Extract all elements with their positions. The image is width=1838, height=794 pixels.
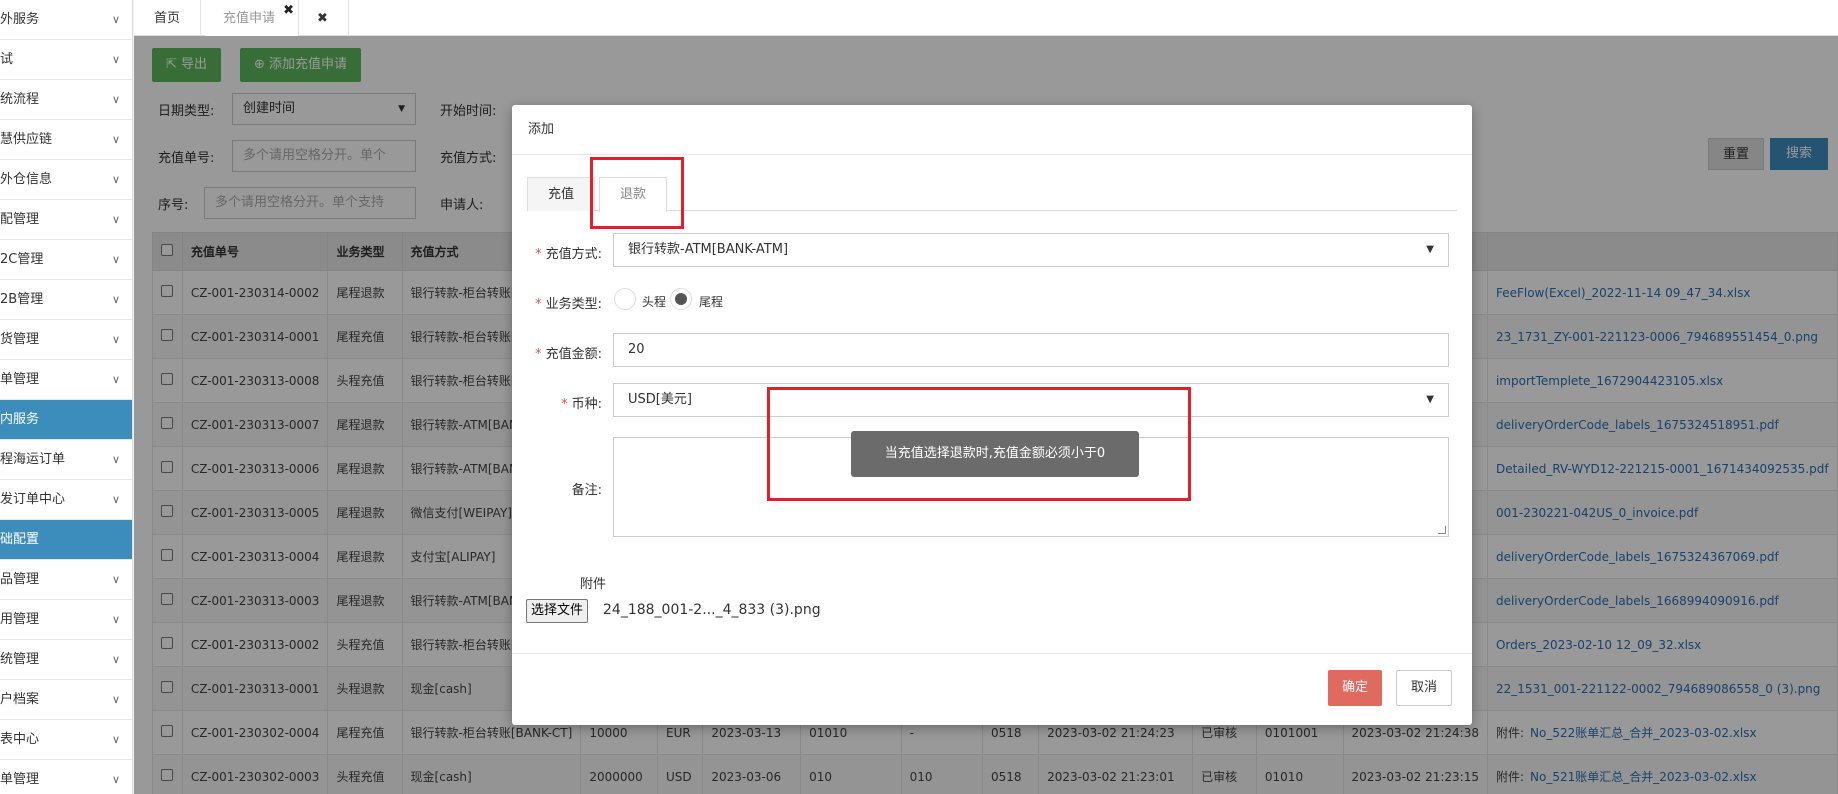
- biz-type-field-label: * 业务类型:: [535, 297, 602, 312]
- chevron-down-icon: ∨: [111, 773, 120, 786]
- sidebar-item-label: 试: [0, 52, 14, 67]
- method-field-label: * 充值方式:: [535, 247, 602, 262]
- sidebar-item[interactable]: 统管理 ∨: [0, 640, 132, 680]
- chevron-down-icon: ∨: [111, 693, 120, 706]
- biz-type-opt1-label: 头程: [642, 295, 667, 309]
- chevron-down-icon: ∨: [111, 53, 120, 66]
- sidebar-item[interactable]: 慧供应链 ∨: [0, 120, 132, 160]
- sidebar-item-label: 户档案: [0, 692, 40, 707]
- sidebar-item[interactable]: 品管理 ∨: [0, 560, 132, 600]
- attachment-label: 附件: [580, 577, 607, 592]
- sidebar-item[interactable]: 外仓信息 ∨: [0, 160, 132, 200]
- sidebar-item-label: 内服务: [0, 412, 40, 427]
- chevron-down-icon: ∨: [111, 333, 120, 346]
- sidebar-item-label: 品管理: [0, 572, 40, 587]
- sidebar-item[interactable]: 2B管理 ∨: [0, 280, 132, 320]
- sidebar-item-label: 础配置: [0, 532, 40, 547]
- sidebar-item[interactable]: 单管理 ∨: [0, 360, 132, 400]
- sidebar-item[interactable]: 础配置∨: [0, 520, 132, 560]
- sidebar-item[interactable]: 内服务∨: [0, 400, 132, 440]
- chevron-down-icon: ∨: [111, 13, 120, 26]
- sidebar-item-label: 统流程: [0, 92, 40, 107]
- add-recharge-modal: 添加 充值 退款 * 充值方式: 银行转款-ATM[BANK-ATM] ▼ * 业务类…: [512, 105, 1472, 725]
- remark-field-label: 备注:: [571, 483, 602, 498]
- sidebar-item-label: 发订单中心: [0, 492, 66, 507]
- sidebar-item-label: 2C管理: [0, 252, 44, 267]
- sidebar-item-label: 配管理: [0, 212, 40, 227]
- sidebar-item-label: 慧供应链: [0, 132, 53, 147]
- chevron-down-icon: ∨: [111, 173, 120, 186]
- chevron-down-icon: ∨: [111, 373, 120, 386]
- sidebar-item[interactable]: 外服务 ∨: [0, 0, 132, 40]
- biz-type-opt2-label: 尾程: [699, 295, 724, 309]
- resize-handle-icon[interactable]: [1438, 526, 1446, 534]
- tab-bar: 首页 充值申请 ✖ ✖: [134, 0, 1838, 36]
- sidebar: 外服务 ∨ 试 ∨ 统流程 ∨ 慧供应链 ∨ 外仓信息 ∨ 配管理 ∨ 2C管理 ∨ 2B管理 ∨ 货管理 ∨ 单管…: [0, 0, 133, 794]
- modal-title: 添加: [512, 105, 1472, 155]
- sidebar-item-label: 外服务: [0, 12, 40, 27]
- currency-field-label: * 币种:: [561, 397, 602, 412]
- sidebar-item-label: 用管理: [0, 612, 40, 627]
- amount-input[interactable]: 20: [613, 333, 1449, 367]
- tab-home[interactable]: 首页: [134, 0, 202, 36]
- chevron-down-icon: ∨: [111, 573, 120, 586]
- sidebar-item-label: 程海运订单: [0, 452, 66, 467]
- sidebar-item[interactable]: 统流程 ∨: [0, 80, 132, 120]
- amount-field-label: * 充值金额:: [535, 347, 602, 362]
- sidebar-item[interactable]: 用管理 ∨: [0, 600, 132, 640]
- sidebar-item[interactable]: 货管理 ∨: [0, 320, 132, 360]
- validation-toast: 当充值选择退款时,充值金额必须小于0: [851, 431, 1139, 477]
- caret-down-icon: ▼: [1426, 394, 1434, 405]
- confirm-button[interactable]: 确定: [1328, 670, 1383, 706]
- sidebar-item[interactable]: 户档案 ∨: [0, 680, 132, 720]
- sidebar-item-label: 2B管理: [0, 292, 44, 307]
- chevron-down-icon: ∨: [111, 493, 120, 506]
- choose-file-button[interactable]: 选择文件: [526, 599, 589, 623]
- sidebar-item[interactable]: 发订单中心 ∨: [0, 480, 132, 520]
- sidebar-item-label: 统管理: [0, 652, 40, 667]
- close-icon[interactable]: ✖: [283, 0, 294, 30]
- close-all-tabs-button[interactable]: ✖: [299, 0, 349, 36]
- sidebar-item[interactable]: 2C管理 ∨: [0, 240, 132, 280]
- refund-tab-highlight: [590, 157, 684, 229]
- sidebar-item[interactable]: 单管理 ∨: [0, 760, 132, 794]
- chevron-down-icon: ∨: [111, 93, 120, 106]
- sidebar-item[interactable]: 表中心 ∨: [0, 720, 132, 760]
- selected-file-name: 24_188_001-2..._4_833 (3).png: [603, 602, 821, 618]
- chevron-down-icon: ∨: [111, 733, 120, 746]
- chevron-down-icon: ∨: [111, 293, 120, 306]
- sidebar-item[interactable]: 程海运订单 ∨: [0, 440, 132, 480]
- biz-type-radio-last-leg[interactable]: [670, 288, 692, 310]
- sidebar-item-label: 单管理: [0, 372, 40, 387]
- sidebar-item[interactable]: 试 ∨: [0, 40, 132, 80]
- chevron-down-icon: ∨: [111, 213, 120, 226]
- modal-footer: 确定 取消: [512, 653, 1472, 725]
- chevron-down-icon: ∨: [111, 133, 120, 146]
- biz-type-radio-first-leg[interactable]: [614, 288, 636, 310]
- sidebar-item-label: 外仓信息: [0, 172, 53, 187]
- sidebar-item-label: 货管理: [0, 332, 40, 347]
- chevron-down-icon: ∨: [111, 613, 120, 626]
- caret-down-icon: ▼: [1426, 244, 1434, 255]
- tab-recharge-apply[interactable]: 充值申请 ✖: [205, 0, 299, 36]
- sidebar-item-label: 表中心: [0, 732, 40, 747]
- sidebar-item-label: 单管理: [0, 772, 40, 787]
- chevron-down-icon: ∨: [111, 653, 120, 666]
- tab-recharge[interactable]: 充值: [527, 177, 596, 211]
- sidebar-item[interactable]: 配管理 ∨: [0, 200, 132, 240]
- chevron-down-icon: ∨: [111, 453, 120, 466]
- method-select[interactable]: 银行转款-ATM[BANK-ATM] ▼: [613, 233, 1449, 267]
- cancel-button[interactable]: 取消: [1396, 670, 1453, 706]
- chevron-down-icon: ∨: [111, 253, 120, 266]
